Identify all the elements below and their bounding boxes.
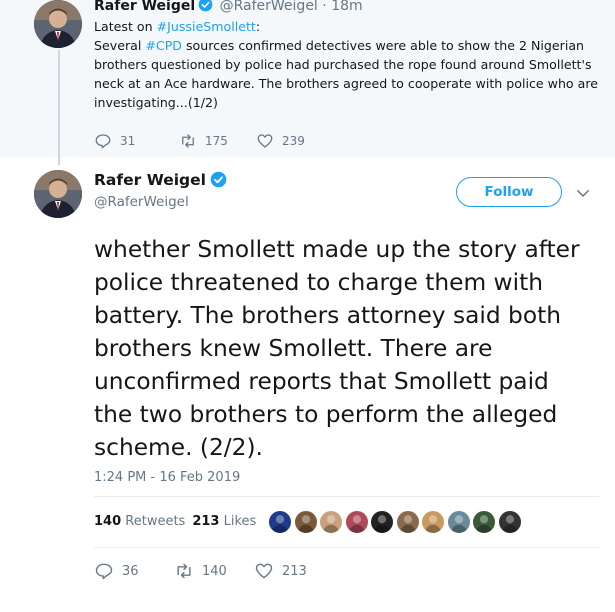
likes-stat-label: Likes bbox=[223, 514, 257, 529]
author-handle[interactable]: @RaferWeigel bbox=[94, 193, 189, 211]
author-name[interactable]: Rafer Weigel bbox=[94, 0, 195, 14]
author-name[interactable]: Rafer Weigel bbox=[94, 171, 206, 189]
parent-tweet-text: Latest on #JussieSmollett: Several #CPD … bbox=[94, 17, 604, 112]
retweet-icon bbox=[174, 561, 194, 581]
liker-avatar-4[interactable] bbox=[344, 510, 369, 534]
parent-tweet[interactable]: Rafer Weigel @RaferWeigel · 18m Latest o… bbox=[0, 0, 615, 165]
like-count: 239 bbox=[282, 134, 305, 148]
liker-avatar-10[interactable] bbox=[497, 510, 522, 534]
author-handle[interactable]: @RaferWeigel bbox=[220, 0, 318, 14]
likes-stat[interactable]: 213 Likes bbox=[192, 514, 256, 529]
tweet-text-line: neck at an Ace hardware. The brothers ag… bbox=[94, 76, 599, 91]
retweet-icon bbox=[179, 132, 197, 150]
tweet-text-line: Latest on #JussieSmollett: bbox=[94, 17, 604, 36]
tweet-text-line: the two brothers to perform the alleged bbox=[94, 401, 558, 428]
liker-avatar-7[interactable] bbox=[421, 510, 445, 534]
text-segment: sources confirmed detectives were able t… bbox=[181, 38, 585, 53]
like-count: 213 bbox=[282, 563, 307, 579]
retweets-stat-count: 140 bbox=[94, 514, 122, 529]
verified-badge-icon bbox=[198, 0, 213, 12]
retweets-stat-label: Retweets bbox=[125, 514, 186, 529]
reply-count: 31 bbox=[120, 134, 136, 148]
hashtag-link[interactable]: #CPD bbox=[145, 38, 182, 53]
avatar-photo-icon bbox=[34, 0, 82, 48]
main-tweet-text: whether Smollett made up the story after… bbox=[94, 233, 609, 464]
engagement-stats: 140 Retweets 213 Likes bbox=[94, 513, 256, 531]
tweet-text-line: police threatened to charge them with bbox=[94, 269, 543, 296]
liker-avatar-8[interactable] bbox=[446, 510, 471, 534]
retweet-button[interactable]: 175 bbox=[179, 132, 228, 150]
parent-tweet-header: Rafer Weigel @RaferWeigel · 18m bbox=[94, 0, 363, 15]
divider bbox=[94, 547, 599, 548]
text-segment: Latest on bbox=[94, 19, 157, 34]
like-button[interactable]: 213 bbox=[254, 562, 307, 580]
tweet-text-line: Several #CPD sources confirmed detective… bbox=[94, 36, 604, 55]
author-name-row[interactable]: Rafer Weigel bbox=[94, 170, 229, 190]
likes-stat-count: 213 bbox=[192, 514, 220, 529]
retweet-count: 175 bbox=[205, 134, 228, 148]
tweet-text-line: investigating...(1/2) bbox=[94, 95, 218, 110]
tweet-text-line: unconfirmed reports that Smollett paid bbox=[94, 368, 549, 395]
reply-icon bbox=[94, 132, 112, 150]
liker-avatar-1[interactable] bbox=[268, 510, 292, 534]
thread-connector-line bbox=[58, 50, 60, 165]
divider bbox=[94, 496, 599, 497]
text-segment: Several bbox=[94, 38, 146, 53]
retweet-button[interactable]: 140 bbox=[174, 562, 227, 580]
reply-count: 36 bbox=[122, 563, 139, 579]
hashtag-link[interactable]: #JussieSmollett bbox=[157, 19, 256, 34]
retweet-count: 140 bbox=[202, 563, 227, 579]
chevron-down-icon[interactable] bbox=[574, 184, 592, 202]
tweet-text-line: brothers knew Smollett. There are bbox=[94, 335, 493, 362]
tweet-text-line: battery. The brothers attorney said both bbox=[94, 302, 561, 329]
liker-avatar-3[interactable] bbox=[319, 510, 343, 534]
retweets-stat[interactable]: 140 Retweets bbox=[94, 514, 185, 529]
liker-avatar-9[interactable] bbox=[472, 510, 496, 534]
liker-avatar-5[interactable] bbox=[370, 510, 394, 534]
liker-avatar-2[interactable] bbox=[293, 510, 318, 534]
heart-icon bbox=[254, 561, 274, 581]
reply-icon bbox=[94, 561, 114, 581]
tweet-time[interactable]: 18m bbox=[331, 0, 362, 14]
heart-icon bbox=[256, 132, 274, 150]
avatar[interactable] bbox=[34, 170, 82, 218]
reply-button[interactable]: 31 bbox=[94, 132, 135, 150]
avatar[interactable] bbox=[34, 0, 82, 48]
reply-button[interactable]: 36 bbox=[94, 562, 139, 580]
like-button[interactable]: 239 bbox=[256, 132, 305, 150]
tweet-text-line: brothers questioned by police had purcha… bbox=[94, 57, 592, 72]
follow-button[interactable]: Follow bbox=[456, 177, 562, 207]
tweet-text-line: whether Smollett made up the story after bbox=[94, 236, 580, 263]
verified-badge-icon bbox=[210, 171, 227, 188]
tweet-timestamp[interactable]: 1:24 PM - 16 Feb 2019 bbox=[94, 469, 240, 487]
avatar-photo-icon bbox=[34, 170, 82, 218]
text-segment: : bbox=[255, 19, 261, 34]
separator-dot: · bbox=[322, 0, 327, 14]
liker-avatar-6[interactable] bbox=[395, 510, 420, 534]
tweet-text-line: scheme. (2/2). bbox=[94, 434, 263, 461]
